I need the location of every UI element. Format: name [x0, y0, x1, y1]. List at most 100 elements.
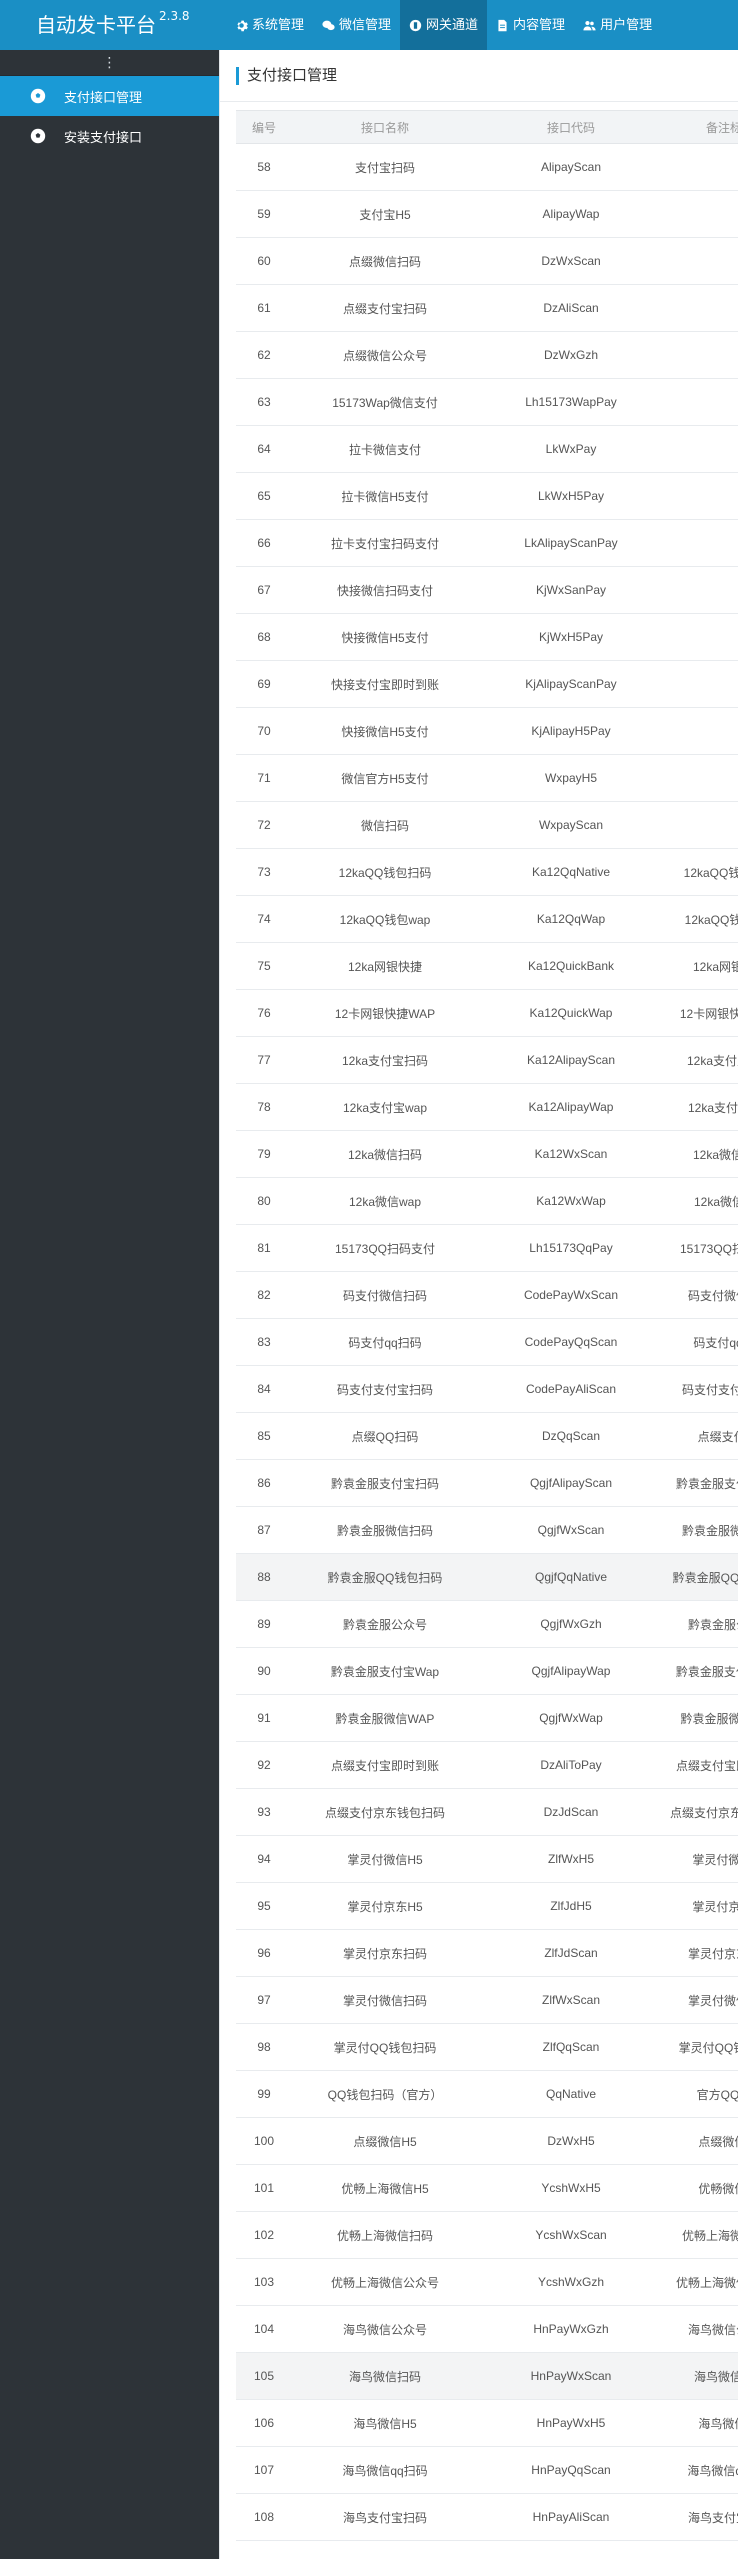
- table-row[interactable]: 105海鸟微信扫码HnPayWxScan海鸟微信扫码: [236, 2352, 738, 2400]
- sidebar-item-payment-interface[interactable]: 支付接口管理: [0, 76, 219, 116]
- nav-content[interactable]: 内容管理: [487, 0, 574, 50]
- cell-name: 快接微信扫码支付: [292, 566, 478, 614]
- cell-remark: 掌灵付京东扫码: [664, 1929, 738, 1977]
- gear-icon: [237, 20, 248, 31]
- table-row[interactable]: 87黔袁金服微信扫码QgjfWxScan黔袁金服微信扫码: [236, 1506, 738, 1554]
- table-row[interactable]: 107海鸟微信qq扫码HnPayQqScan海鸟微信qq扫码: [236, 2446, 738, 2494]
- cell-code: QgjfQqNative: [478, 1553, 664, 1601]
- table-row[interactable]: 7712ka支付宝扫码Ka12AlipayScan12ka支付宝扫码: [236, 1036, 738, 1084]
- table-row[interactable]: 102优畅上海微信扫码YcshWxScan优畅上海微信扫码: [236, 2211, 738, 2259]
- cell-name: 海鸟微信H5: [292, 2399, 478, 2447]
- table-row[interactable]: 97掌灵付微信扫码ZlfWxScan掌灵付微信扫码: [236, 1976, 738, 2024]
- main-nav: 系统管理 微信管理 网关通道 内容管理 用户管理: [226, 0, 661, 50]
- cell-name: 点缀微信公众号: [292, 331, 478, 379]
- nav-gateway[interactable]: 网关通道: [400, 0, 488, 50]
- cell-id: 105: [236, 2352, 292, 2400]
- cell-id: 89: [236, 1600, 292, 1648]
- table-row[interactable]: 84码支付支付宝扫码CodePayAliScan码支付支付宝扫码: [236, 1365, 738, 1413]
- table-row[interactable]: 83码支付qq扫码CodePayQqScan码支付qq扫码: [236, 1318, 738, 1366]
- table-row[interactable]: 8115173QQ扫码支付Lh15173QqPay15173QQ扫码支付: [236, 1224, 738, 1272]
- table-row[interactable]: 90黔袁金服支付宝WapQgjfAlipayWap黔袁金服支付宝Wap: [236, 1647, 738, 1695]
- table-row[interactable]: 106海鸟微信H5HnPayWxH5海鸟微信H5: [236, 2399, 738, 2447]
- table-row[interactable]: 66 拉卡支付宝扫码支付 LkAlipayScanPay: [236, 519, 738, 567]
- table-row[interactable]: 7412kaQQ钱包wapKa12QqWap12kaQQ钱包wap: [236, 895, 738, 943]
- table-row[interactable]: 60 点缀微信扫码 DzWxScan: [236, 237, 738, 285]
- top-navbar: 自动发卡平台 2.3.8 系统管理 微信管理 网关通道 内容管理 用户管理: [0, 0, 738, 50]
- table-row[interactable]: 82码支付微信扫码CodePayWxScan码支付微信扫码: [236, 1271, 738, 1319]
- table-row[interactable]: 68 快接微信H5支付 KjWxH5Pay: [236, 613, 738, 661]
- cell-remark: [664, 754, 738, 802]
- cell-id: 75: [236, 942, 292, 990]
- table-row[interactable]: 59 支付宝H5 AlipayWap: [236, 190, 738, 238]
- sidebar-item-label: 安装支付接口: [64, 129, 143, 145]
- cell-name: 黔袁金服支付宝Wap: [292, 1647, 478, 1695]
- table-row[interactable]: 69 快接支付宝即时到账 KjAlipayScanPay: [236, 660, 738, 708]
- cell-remark: 掌灵付京东H5: [664, 1882, 738, 1930]
- nav-system[interactable]: 系统管理: [226, 0, 313, 50]
- cell-code: ZlfWxH5: [478, 1835, 664, 1883]
- cell-id: 67: [236, 566, 292, 614]
- table-row[interactable]: 85点缀QQ扫码DzQqScan点缀支付PC: [236, 1412, 738, 1460]
- table-row[interactable]: 88黔袁金服QQ钱包扫码QgjfQqNative黔袁金服QQ钱包扫码: [236, 1553, 738, 1601]
- cell-id: 104: [236, 2305, 292, 2353]
- nav-wechat[interactable]: 微信管理: [313, 0, 400, 50]
- table-row[interactable]: 61 点缀支付宝扫码 DzAliScan: [236, 284, 738, 332]
- table-row[interactable]: 92点缀支付宝即时到账DzAliToPay点缀支付宝即时到账: [236, 1741, 738, 1789]
- table-row[interactable]: 70 快接微信H5支付 KjAlipayH5Pay: [236, 707, 738, 755]
- table-row[interactable]: 64 拉卡微信支付 LkWxPay: [236, 425, 738, 473]
- table-row[interactable]: 86黔袁金服支付宝扫码QgjfAlipayScan黔袁金服支付宝扫码: [236, 1459, 738, 1507]
- table-row[interactable]: 7312kaQQ钱包扫码Ka12QqNative12kaQQ钱包扫码: [236, 848, 738, 896]
- cell-id: 80: [236, 1177, 292, 1225]
- table-row[interactable]: 72 微信扫码 WxpayScan: [236, 801, 738, 849]
- cell-id: 65: [236, 472, 292, 520]
- cell-code: QgjfWxGzh: [478, 1600, 664, 1648]
- table-row[interactable]: 67 快接微信扫码支付 KjWxSanPay: [236, 566, 738, 614]
- table-row[interactable]: 100点缀微信H5DzWxH5点缀微信H5: [236, 2117, 738, 2165]
- table-row[interactable]: 7912ka微信扫码Ka12WxScan12ka微信扫码: [236, 1130, 738, 1178]
- table-row[interactable]: 103优畅上海微信公众号YcshWxGzh优畅上海微信公众号: [236, 2258, 738, 2306]
- table-row[interactable]: 8012ka微信wapKa12WxWap12ka微信wap: [236, 1177, 738, 1225]
- cell-remark: 12ka支付宝扫码: [664, 1036, 738, 1084]
- cell-remark: [664, 425, 738, 473]
- table-row[interactable]: 71 微信官方H5支付 WxpayH5: [236, 754, 738, 802]
- table-row[interactable]: 95掌灵付京东H5ZlfJdH5掌灵付京东H5: [236, 1882, 738, 1930]
- table-row[interactable]: 58 支付宝扫码 AlipayScan: [236, 143, 738, 191]
- nav-users[interactable]: 用户管理: [574, 0, 661, 50]
- cell-name: 海鸟微信扫码: [292, 2352, 478, 2400]
- table-row[interactable]: 101优畅上海微信H5YcshWxH5优畅微信H5: [236, 2164, 738, 2212]
- table-row[interactable]: 108海鸟支付宝扫码HnPayAliScan海鸟支付宝扫码: [236, 2493, 738, 2541]
- cell-name: 支付宝扫码: [292, 143, 478, 191]
- table-row[interactable]: 7512ka网银快捷Ka12QuickBank12ka网银快捷: [236, 942, 738, 990]
- cell-remark: 黔袁金服支付宝扫码: [664, 1459, 738, 1507]
- table-row[interactable]: 63 15173Wap微信支付 Lh15173WapPay: [236, 378, 738, 426]
- brand-title[interactable]: 自动发卡平台 2.3.8: [36, 0, 190, 50]
- table-row[interactable]: 94掌灵付微信H5ZlfWxH5掌灵付微信H5: [236, 1835, 738, 1883]
- table-row[interactable]: 62 点缀微信公众号 DzWxGzh: [236, 331, 738, 379]
- table-row[interactable]: 91黔袁金服微信WAPQgjfWxWap黔袁金服微信WAP: [236, 1694, 738, 1742]
- table-row[interactable]: 96掌灵付京东扫码ZlfJdScan掌灵付京东扫码: [236, 1929, 738, 1977]
- cell-name: 12卡网银快捷WAP: [292, 989, 478, 1037]
- sidebar-toggle-button[interactable]: ⋮: [0, 50, 219, 76]
- table-header-row: 编号 接口名称 接口代码 备注标记: [236, 110, 738, 144]
- cell-remark: 12ka微信扫码: [664, 1130, 738, 1178]
- table-row[interactable]: 104海鸟微信公众号HnPayWxGzh海鸟微信公众号: [236, 2305, 738, 2353]
- cell-code: HnPayWxGzh: [478, 2305, 664, 2353]
- table-row[interactable]: 7612卡网银快捷WAPKa12QuickWap12卡网银快捷WAP: [236, 989, 738, 1037]
- cell-name: 点缀支付京东钱包扫码: [292, 1788, 478, 1836]
- cell-name: 12kaQQ钱包wap: [292, 895, 478, 943]
- cell-id: 98: [236, 2023, 292, 2071]
- table-row[interactable]: 65 拉卡微信H5支付 LkWxH5Pay: [236, 472, 738, 520]
- table-row[interactable]: 93点缀支付京东钱包扫码DzJdScan点缀支付京东钱包扫码: [236, 1788, 738, 1836]
- table-row[interactable]: 99QQ钱包扫码（官方）QqNative官方QQ扫码: [236, 2070, 738, 2118]
- table-row[interactable]: 7812ka支付宝wapKa12AlipayWap12ka支付宝wap: [236, 1083, 738, 1131]
- cell-remark: 码支付微信扫码: [664, 1271, 738, 1319]
- cell-remark: 官方QQ扫码: [664, 2070, 738, 2118]
- cell-id: 61: [236, 284, 292, 332]
- sidebar-item-install-interface[interactable]: 安装支付接口: [0, 116, 219, 156]
- cell-remark: 掌灵付微信扫码: [664, 1976, 738, 2024]
- table-row[interactable]: 98掌灵付QQ钱包扫码ZlfQqScan掌灵付QQ钱包扫码: [236, 2023, 738, 2071]
- cell-id: 96: [236, 1929, 292, 1977]
- soccer-ball-icon: [30, 88, 46, 104]
- cell-code: AlipayWap: [478, 190, 664, 238]
- table-row[interactable]: 89黔袁金服公众号QgjfWxGzh黔袁金服公众号: [236, 1600, 738, 1648]
